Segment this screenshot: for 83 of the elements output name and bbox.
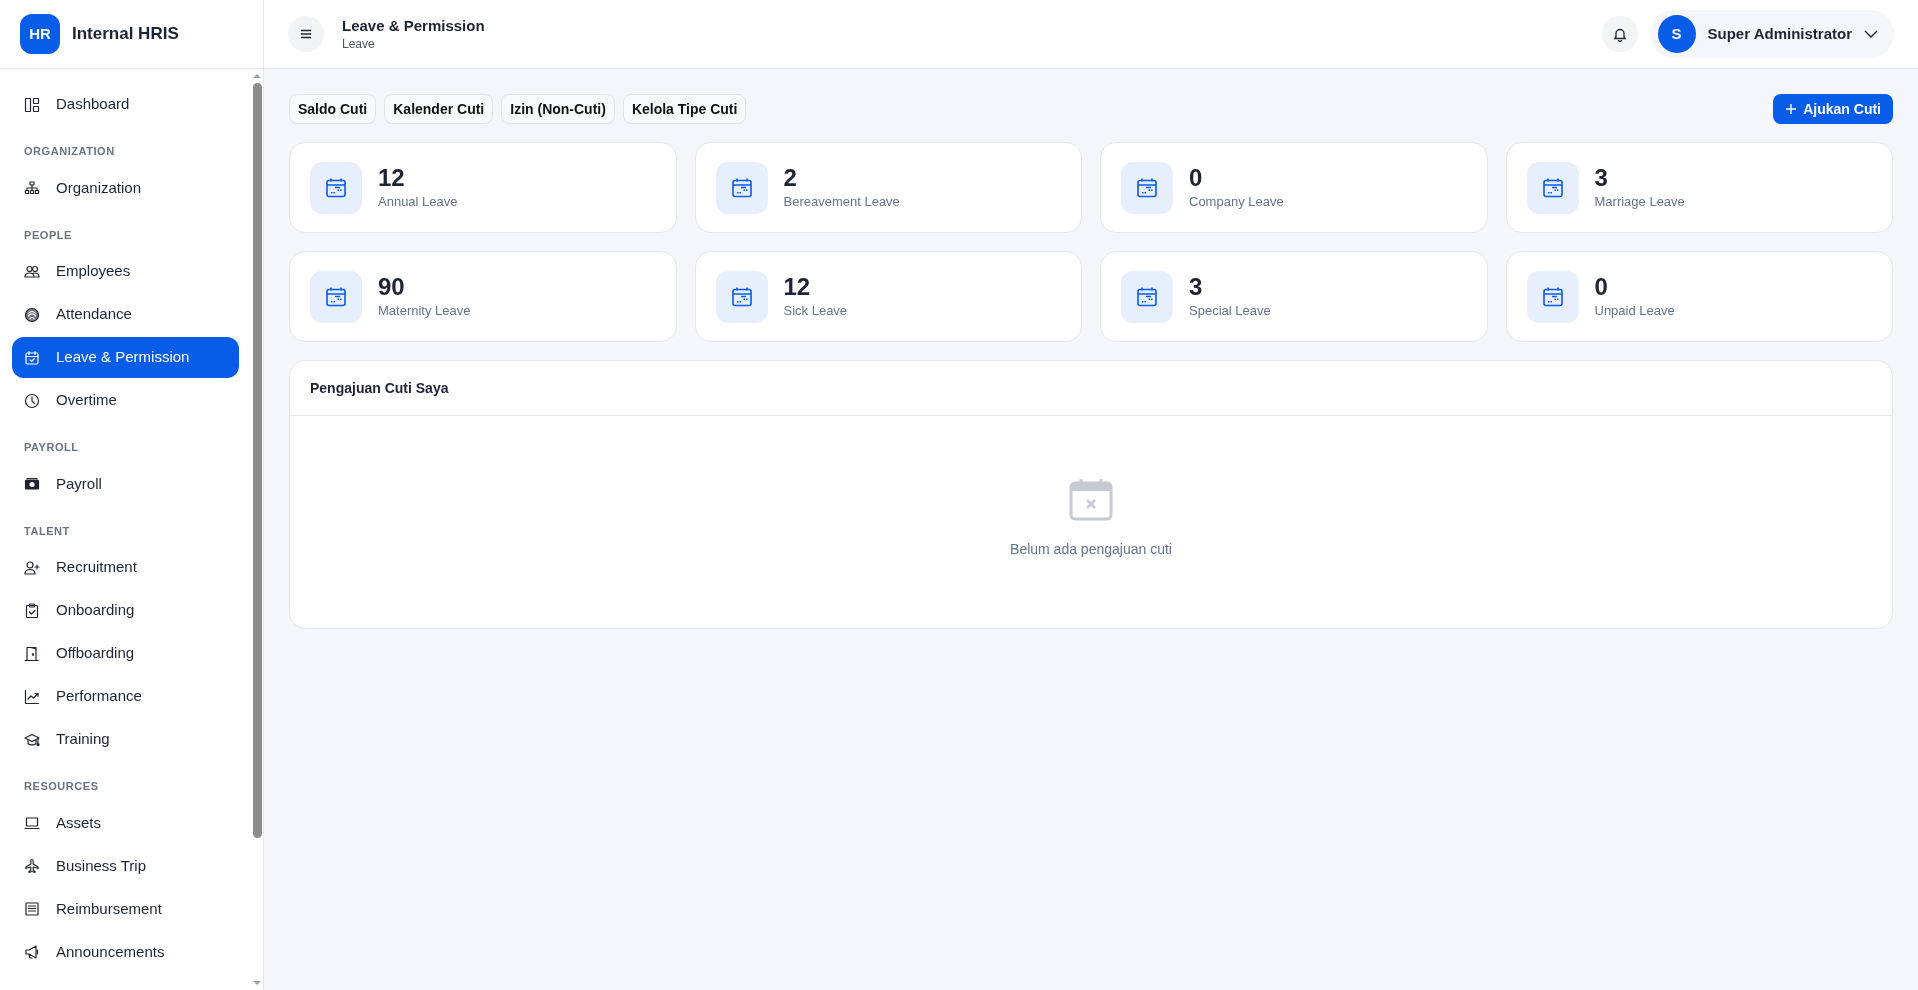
dashboard-icon — [24, 96, 40, 113]
calendar-icon — [1121, 270, 1173, 323]
balance-value: 90 — [378, 272, 406, 301]
fingerprint-icon — [24, 306, 40, 323]
nav-item[interactable]: Recruitment — [12, 547, 239, 588]
submit-leave-button[interactable]: Ajukan Cuti — [1773, 94, 1893, 124]
balance-label: Unpaid Leave — [1594, 301, 1675, 320]
calendar-icon — [1121, 161, 1173, 214]
balance-label: Marriage Leave — [1594, 192, 1685, 211]
balance-value: 12 — [378, 163, 406, 192]
balance-value: 3 — [1594, 163, 1609, 192]
app-name: Internal HRIS — [72, 23, 179, 46]
nav-item[interactable]: Performance — [12, 676, 239, 717]
nav-item[interactable]: Overtime — [12, 380, 239, 421]
scroll-down-arrow-icon[interactable] — [253, 980, 261, 986]
menu-button[interactable] — [288, 16, 324, 52]
door-icon — [24, 645, 40, 662]
hierarchy-icon — [24, 180, 40, 196]
chart-icon — [24, 688, 40, 705]
section-label: PEOPLE — [23, 227, 73, 243]
balance-value: 3 — [1189, 272, 1204, 301]
calendar-icon — [1526, 270, 1579, 323]
balance-label: Sick Leave — [783, 301, 848, 320]
balance-label: Company Leave — [1189, 192, 1284, 211]
nav-item[interactable]: Offboarding — [12, 633, 239, 674]
tab-button[interactable]: Izin (Non-Cuti) — [501, 94, 615, 124]
document-icon — [24, 901, 40, 917]
balance-value: 12 — [783, 272, 812, 301]
panel-title: Pengajuan Cuti Saya — [310, 378, 449, 398]
balance-label: Annual Leave — [378, 192, 458, 211]
calendar-icon — [310, 270, 362, 323]
balance-label: Special Leave — [1189, 301, 1271, 320]
user-avatar: S — [1657, 15, 1696, 53]
section-label: RESOURCES — [23, 779, 100, 794]
nav-item[interactable]: Reimbursement — [12, 888, 239, 930]
balance-value: 0 — [1594, 272, 1609, 301]
tab-button[interactable]: Kalender Cuti — [384, 94, 494, 124]
section-label: ORGANIZATION — [23, 144, 116, 159]
menu-icon — [300, 29, 312, 39]
laptop-icon — [24, 815, 40, 831]
nav-item[interactable]: Assets — [12, 802, 239, 844]
nav-item[interactable]: Business Trip — [12, 845, 239, 887]
user-plus-icon — [24, 559, 40, 576]
nav-item[interactable]: Announcements — [12, 931, 239, 973]
balance-label: Bereavement Leave — [783, 192, 900, 211]
nav-item[interactable]: Leave & Permission — [12, 337, 239, 378]
calendar-icon — [715, 270, 768, 323]
calendar-icon — [1526, 161, 1579, 214]
user-menu[interactable]: S Super Administrator — [1649, 10, 1894, 58]
nav-item[interactable]: Employees — [12, 251, 239, 292]
airplane-icon — [24, 858, 40, 874]
empty-message: Belum ada pengajuan cuti — [1010, 539, 1172, 559]
balance-value: 2 — [783, 163, 798, 192]
plus-icon — [1785, 103, 1798, 115]
page-title: Leave & Permission — [342, 16, 485, 36]
clipboard-icon — [24, 602, 40, 619]
megaphone-icon — [24, 944, 40, 960]
notification-button[interactable] — [1601, 16, 1638, 52]
nav-item[interactable]: Training — [12, 719, 239, 760]
section-label: PAYROLL — [23, 440, 80, 455]
people-icon — [24, 263, 40, 280]
section-label: TALENT — [23, 523, 71, 539]
logo-badge: HR — [20, 14, 60, 54]
balance-label: Maternity Leave — [378, 301, 471, 320]
nav-item[interactable]: Attendance — [12, 294, 239, 335]
calendar-icon — [310, 161, 362, 214]
calendar-empty-icon — [1069, 476, 1113, 521]
balance-value: 0 — [1189, 163, 1204, 192]
nav-item[interactable]: Onboarding — [12, 590, 239, 631]
clock-icon — [24, 392, 40, 409]
nav-item[interactable]: Dashboard — [12, 84, 239, 125]
graduation-cap-icon — [24, 731, 40, 748]
calendar-icon — [24, 349, 40, 366]
tab-button[interactable]: Saldo Cuti — [289, 94, 377, 124]
banknote-icon — [24, 476, 40, 492]
scroll-up-arrow-icon[interactable] — [253, 73, 261, 79]
calendar-icon — [715, 161, 768, 214]
nav-item[interactable]: Organization — [12, 167, 239, 209]
chevron-down-icon — [1864, 30, 1878, 38]
nav-item[interactable]: Payroll — [12, 463, 239, 505]
tab-button[interactable]: Kelola Tipe Cuti — [622, 94, 747, 124]
page-subtitle: Leave — [342, 36, 376, 52]
bell-icon — [1612, 26, 1627, 42]
